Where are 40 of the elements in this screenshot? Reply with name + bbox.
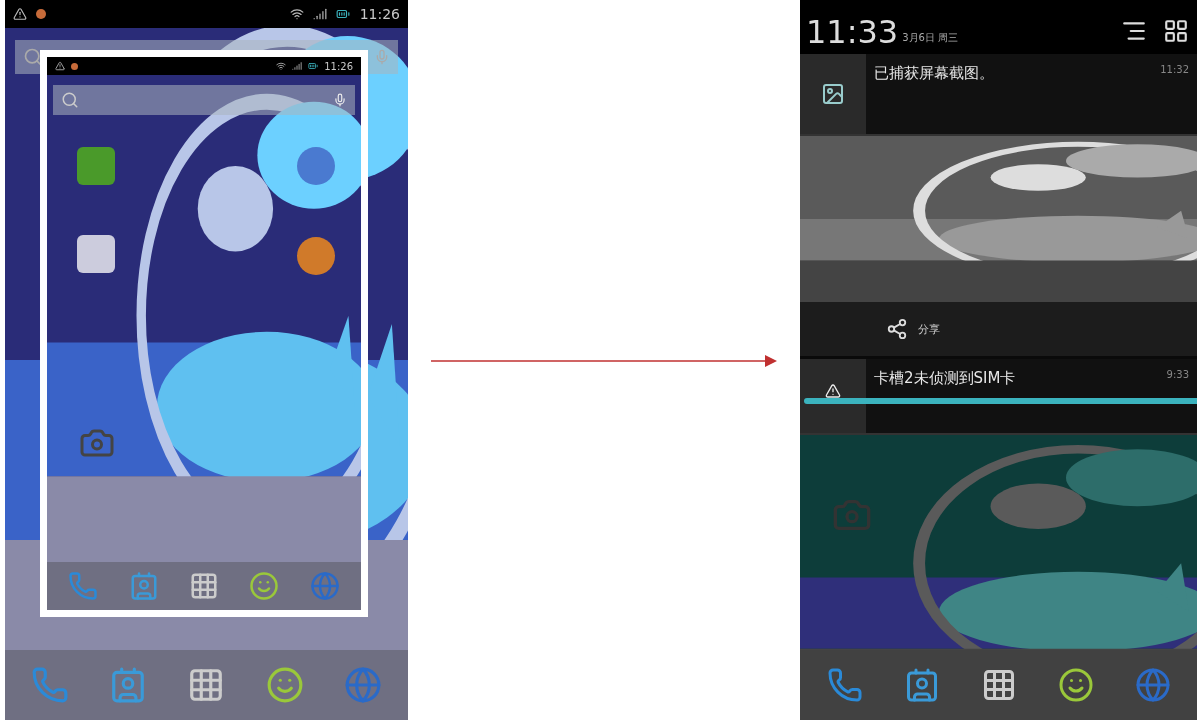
contacts-icon[interactable]	[128, 571, 159, 601]
microphone-icon	[333, 93, 347, 107]
microphone-icon	[374, 49, 390, 65]
notification-time: 11:32	[1160, 64, 1189, 75]
share-button[interactable]: 分享	[882, 314, 944, 344]
date-text: 3月6日 周三	[902, 31, 959, 45]
wifi-icon	[289, 7, 304, 21]
notification-card[interactable]: 卡槽2未侦测到SIM卡 9:33	[800, 359, 1197, 435]
battery-icon	[308, 61, 319, 71]
phone-icon[interactable]	[31, 666, 70, 704]
notification-card[interactable]: 已捕获屏幕截图。 11:32	[800, 54, 1197, 136]
search-icon	[23, 47, 43, 67]
smiley-message-icon[interactable]	[265, 666, 304, 704]
battery-icon	[336, 7, 351, 21]
notification-dot-icon	[36, 9, 47, 19]
share-icon	[886, 318, 908, 340]
phone-icon[interactable]	[826, 667, 863, 703]
app-icon[interactable]	[77, 235, 115, 273]
search-icon	[61, 91, 79, 109]
warning-icon	[13, 7, 27, 21]
search-bar[interactable]	[53, 85, 355, 115]
status-time: 11:26	[324, 60, 353, 72]
wifi-icon	[276, 61, 287, 71]
status-time: 11:26	[359, 6, 400, 22]
phone-icon[interactable]	[68, 571, 99, 601]
app-icon[interactable]	[77, 147, 115, 185]
smiley-message-icon[interactable]	[249, 571, 280, 601]
notification-title: 已捕获屏幕截图。	[874, 64, 994, 83]
signal-icon	[313, 7, 327, 21]
notification-title: 卡槽2未侦测到SIM卡	[874, 369, 1016, 388]
quick-settings-icon[interactable]	[1163, 18, 1189, 44]
smiley-message-icon[interactable]	[1057, 667, 1094, 703]
warning-icon	[55, 61, 65, 71]
warning-icon	[825, 383, 841, 399]
signal-icon	[292, 61, 303, 71]
clock-time: 11:33	[806, 16, 899, 48]
notification-dot-icon	[71, 62, 78, 70]
image-icon	[821, 82, 845, 106]
notification-time: 9:33	[1166, 369, 1189, 380]
globe-icon[interactable]	[1134, 667, 1171, 703]
